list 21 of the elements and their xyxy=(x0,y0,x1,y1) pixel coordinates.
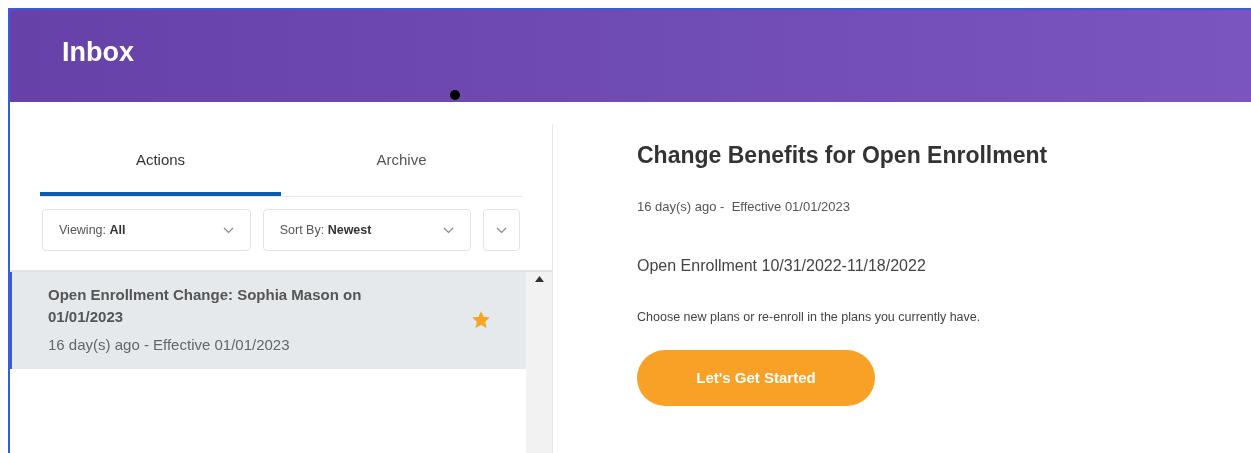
filter-label: Viewing: All xyxy=(59,221,126,239)
detail-title: Change Benefits for Open Enrollment xyxy=(637,141,1048,170)
expand-button[interactable] xyxy=(483,209,520,251)
chevron-down-icon xyxy=(222,226,234,234)
chevron-down-icon xyxy=(496,226,508,234)
tab[interactable]: Archive xyxy=(281,124,522,196)
enrollment-period: Open Enrollment 10/31/2022-11/18/2022 xyxy=(637,256,926,276)
filter-label: Sort By: Newest xyxy=(279,221,372,239)
scrollbar[interactable] xyxy=(526,272,552,453)
filter-dropdown[interactable]: Viewing: All xyxy=(42,209,251,251)
inbox-item[interactable]: Open Enrollment Change: Sophia Mason on 01/01/2023 16 day(s) ago - Effective 01/01/2023 xyxy=(10,272,526,369)
tab[interactable]: Actions xyxy=(40,124,281,196)
detail-meta: 16 day(s) ago - Effective 01/01/2023 xyxy=(637,197,850,216)
star-icon[interactable] xyxy=(472,311,490,330)
detail-description: Choose new plans or re-enroll in the plans you currently have. xyxy=(637,309,981,326)
scroll-up-icon[interactable] xyxy=(534,276,544,282)
chevron-down-icon xyxy=(443,226,455,234)
filter-dropdown[interactable]: Sort By: Newest xyxy=(262,209,472,251)
item-subtitle: 16 day(s) ago - Effective 01/01/2023 xyxy=(48,335,291,355)
page-title: Inbox xyxy=(62,35,134,69)
item-title: Open Enrollment Change: Sophia Mason on 01/01/2023 xyxy=(48,285,363,327)
